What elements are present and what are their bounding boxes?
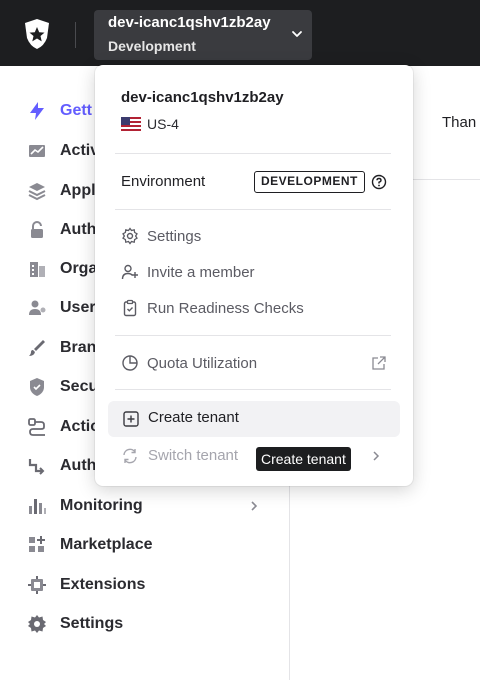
brush-icon: [29, 340, 45, 356]
shield-icon: [30, 378, 44, 396]
environment-label: Environment: [121, 173, 206, 190]
pie-chart-icon: [122, 355, 138, 371]
dropdown-region: US-4: [121, 116, 179, 132]
menu-item-settings[interactable]: Settings: [121, 225, 389, 247]
sidebar-item-marketplace[interactable]: Marketplace: [26, 533, 266, 557]
sidebar-item-label: Bran: [60, 339, 97, 356]
menu-item-quota-utilization[interactable]: Quota Utilization: [121, 352, 389, 374]
sidebar-item-label: Extensions: [60, 576, 146, 593]
tenant-environment: Development: [108, 38, 196, 54]
sidebar-item-label: Monitoring: [60, 497, 143, 514]
organizations-icon: [30, 262, 45, 277]
create-tenant-label: Create tenant: [148, 409, 239, 426]
main-header-text: Than: [442, 114, 477, 131]
sidebar-item-label: Auth: [60, 221, 97, 238]
applications-icon: [28, 183, 46, 201]
environment-row: Environment DEVELOPMENT: [121, 171, 389, 193]
sidebar-item-label: Orga: [60, 260, 98, 277]
environment-badge: DEVELOPMENT: [254, 171, 365, 193]
us-flag-icon: [121, 117, 141, 131]
menu-item-label: Quota Utilization: [147, 354, 258, 372]
chevron-right-icon: [251, 501, 258, 511]
user-management-icon: [29, 300, 46, 315]
menu-item-label: Run Readiness Checks: [147, 299, 304, 317]
divider: [115, 335, 391, 336]
external-link-icon: [372, 356, 386, 370]
sidebar-item-label: Activ: [60, 142, 100, 159]
menu-item-readiness-checks[interactable]: Run Readiness Checks: [121, 297, 389, 319]
bar-chart-icon: [29, 499, 46, 514]
help-circle-icon[interactable]: [371, 174, 387, 190]
lock-icon: [31, 221, 43, 238]
auth-pipeline-icon: [28, 459, 45, 475]
user-plus-icon: [121, 264, 138, 280]
divider: [115, 209, 391, 210]
sidebar-item-label: Marketplace: [60, 536, 153, 553]
puzzle-icon: [28, 576, 46, 594]
plus-square-icon: [123, 411, 139, 427]
clipboard-check-icon: [123, 299, 137, 317]
gear-icon: [122, 227, 138, 245]
region-label: US-4: [147, 116, 179, 132]
activity-icon: [29, 145, 45, 157]
sidebar-item-label: Auth: [60, 457, 97, 474]
gear-icon: [28, 615, 46, 633]
sidebar-item-label: User: [60, 299, 96, 316]
bolt-icon: [30, 102, 44, 120]
menu-item-label: Invite a member: [147, 263, 255, 281]
marketplace-icon: [29, 536, 45, 552]
create-tenant-button[interactable]: Create tenant: [108, 401, 400, 437]
divider: [115, 153, 391, 154]
sidebar-item-label: Actio: [60, 418, 100, 435]
tenant-dropdown-menu: dev-icanc1qshv1zb2ay US-4 Environment DE…: [95, 65, 413, 486]
menu-item-invite-member[interactable]: Invite a member: [121, 261, 389, 283]
tenant-switcher-button[interactable]: dev-icanc1qshv1zb2ay Development: [94, 10, 312, 60]
chevron-right-icon: [373, 451, 380, 461]
topbar-divider: [75, 22, 76, 48]
sidebar-item-label: Appl: [60, 182, 96, 199]
sidebar-item-label: Secu: [60, 378, 99, 395]
sidebar-item-settings[interactable]: Settings: [26, 612, 266, 636]
refresh-icon: [123, 448, 137, 464]
sidebar-item-label: Gett: [60, 102, 92, 119]
dropdown-tenant-name: dev-icanc1qshv1zb2ay: [121, 89, 284, 106]
tenant-name: dev-icanc1qshv1zb2ay: [108, 14, 271, 31]
tooltip: Create tenant: [256, 447, 351, 471]
auth0-logo-icon[interactable]: [22, 18, 52, 50]
sidebar-item-monitoring[interactable]: Monitoring: [26, 494, 266, 518]
actions-icon: [28, 418, 45, 436]
switch-tenant-label: Switch tenant: [148, 447, 239, 464]
divider: [115, 389, 391, 390]
top-bar: dev-icanc1qshv1zb2ay Development: [0, 0, 480, 66]
chevron-down-icon: [292, 31, 302, 37]
menu-item-label: Settings: [147, 227, 202, 245]
sidebar-item-extensions[interactable]: Extensions: [26, 573, 266, 597]
sidebar-item-label: Settings: [60, 615, 124, 632]
